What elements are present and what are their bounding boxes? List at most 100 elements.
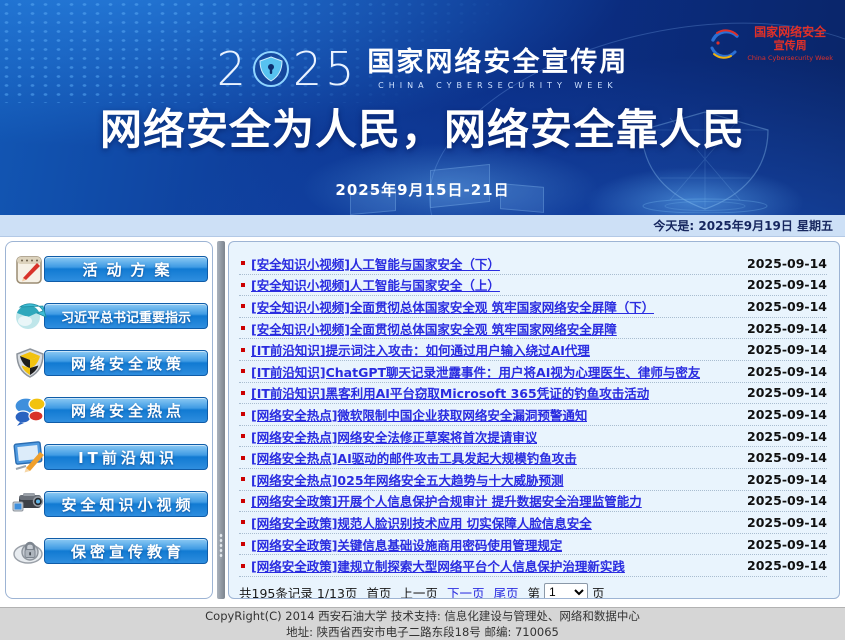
sidebar-item-label: 活动方案: [44, 256, 208, 282]
banner: 2 25 国家网络安全宣传周 CHINA CYBERSECURITY WEEK: [0, 0, 845, 215]
article-date: 2025-09-14: [737, 364, 827, 379]
article-list: [安全知识小视频]人工智能与国家安全（下）2025-09-14[安全知识小视频]…: [239, 253, 827, 577]
next-page-button[interactable]: 下一页: [447, 583, 485, 599]
article-link[interactable]: [IT前沿知识]提示词注入攻击：如何通过用户输入绕过AI代理: [251, 340, 590, 359]
bullet-icon: [241, 348, 245, 352]
article-link[interactable]: [网络安全热点]微软限制中国企业获取网络安全漏洞预警通知: [251, 405, 587, 424]
record-summary: 共195条记录 1/13页: [239, 583, 357, 599]
last-page-button[interactable]: 尾页: [493, 583, 518, 599]
logo-subtitle: CHINA CYBERSECURITY WEEK: [378, 81, 617, 90]
sidebar-item-label: IT前沿知识: [44, 444, 208, 470]
logo-shield-icon: [251, 49, 291, 89]
bullet-icon: [241, 304, 245, 308]
article-link[interactable]: [网络安全政策]建规立制探索大型网络平台个人信息保护治理新实践: [251, 556, 625, 575]
bullet-icon: [241, 369, 245, 373]
video-camera-icon: [10, 484, 50, 524]
sidebar-item-1[interactable]: 活动方案: [10, 249, 208, 289]
article-link[interactable]: [网络安全政策]关键信息基础设施商用密码使用管理规定: [251, 535, 562, 554]
article-link[interactable]: [安全知识小视频]全面贯彻总体国家安全观 筑牢国家网络安全屏障（下）: [251, 297, 654, 316]
article-link[interactable]: [IT前沿知识]ChatGPT聊天记录泄露事件：用户将AI视为心理医生、律师与密…: [251, 362, 700, 381]
article-link[interactable]: [网络安全热点]025年网络安全五大趋势与十大威胁预测: [251, 470, 564, 489]
logo-year-prefix: 2: [217, 46, 249, 92]
bullet-icon: [241, 261, 245, 265]
first-page-button[interactable]: 首页: [366, 583, 391, 599]
sidebar-item-2[interactable]: 习近平总书记重要指示: [10, 296, 208, 336]
logo-year: 2 25: [217, 46, 358, 92]
bullet-icon: [241, 477, 245, 481]
sidebar: 活动方案习近平总书记重要指示网络安全政策网络安全热点 IT前沿知识安全知识小视频保…: [5, 241, 213, 599]
article-link[interactable]: [安全知识小视频]人工智能与国家安全（上）: [251, 275, 500, 294]
bullet-icon: [241, 412, 245, 416]
pagination: 共195条记录 1/13页 首页 上一页 下一页 尾页 第 1 页: [239, 583, 827, 599]
monitor-pencil-icon: [10, 437, 50, 477]
article-date: 2025-09-14: [737, 558, 827, 573]
page-select[interactable]: 1: [544, 583, 588, 599]
footer-address: 地址: 陕西省西安市电子二路东段18号 邮编: 710065: [286, 624, 559, 640]
article-row: [网络安全热点]网络安全法修正草案将首次提请审议2025-09-14: [239, 426, 827, 448]
bullet-icon: [241, 456, 245, 460]
article-date: 2025-09-14: [737, 321, 827, 336]
badge-swirl-icon: [707, 26, 743, 62]
article-row: [IT前沿知识]黑客利用AI平台窃取Microsoft 365凭证的钓鱼攻击活动…: [239, 383, 827, 405]
article-row: [安全知识小视频]全面贯彻总体国家安全观 筑牢国家网络安全屏障（下） 2025-0…: [239, 296, 827, 318]
article-link[interactable]: [安全知识小视频]人工智能与国家安全（下）: [251, 254, 500, 273]
bullet-icon: [241, 542, 245, 546]
article-list-panel: [安全知识小视频]人工智能与国家安全（下）2025-09-14[安全知识小视频]…: [228, 241, 840, 599]
article-row: [网络安全热点]025年网络安全五大趋势与十大威胁预测 2025-09-14: [239, 469, 827, 491]
page-prefix-label: 第: [527, 583, 540, 599]
bullet-icon: [241, 434, 245, 438]
globe-arrow-icon: [10, 296, 50, 336]
footer: CopyRight(C) 2014 西安石油大学 技术支持: 信息化建设与管理处…: [0, 607, 845, 640]
lock-icon: [10, 531, 50, 571]
sidebar-item-3[interactable]: 网络安全政策: [10, 343, 208, 383]
sidebar-splitter[interactable]: [217, 241, 225, 599]
article-link[interactable]: [安全知识小视频]全面贯彻总体国家安全观 筑牢国家网络安全屏障: [251, 319, 617, 338]
today-text: 今天是: 2025年9月19日 星期五: [653, 217, 833, 234]
article-link[interactable]: [网络安全政策]规范人脸识别技术应用 切实保障人脸信息安全: [251, 513, 592, 532]
badge-title-line2: 宣传周: [774, 40, 807, 53]
sidebar-item-label: 安全知识小视频: [44, 491, 208, 517]
chat-bubbles-icon: [10, 390, 50, 430]
corner-badge: 国家网络安全 宣传周 China Cybersecurity Week: [707, 26, 833, 62]
bullet-icon: [241, 391, 245, 395]
notepad-icon: [10, 249, 50, 289]
sidebar-item-4[interactable]: 网络安全热点: [10, 390, 208, 430]
article-date: 2025-09-14: [737, 299, 827, 314]
article-date: 2025-09-14: [737, 407, 827, 422]
today-bar: 今天是: 2025年9月19日 星期五: [0, 215, 845, 237]
article-date: 2025-09-14: [737, 472, 827, 487]
article-row: [安全知识小视频]人工智能与国家安全（下） 2025-09-14: [239, 253, 827, 275]
bullet-icon: [241, 520, 245, 524]
article-row: [网络安全热点]微软限制中国企业获取网络安全漏洞预警通知 2025-09-14: [239, 404, 827, 426]
article-row: [安全知识小视频]全面贯彻总体国家安全观 筑牢国家网络安全屏障 2025-09-1…: [239, 318, 827, 340]
article-link[interactable]: [网络安全热点]AI驱动的邮件攻击工具发起大规模钓鱼攻击: [251, 448, 577, 467]
page: 2 25 国家网络安全宣传周 CHINA CYBERSECURITY WEEK: [0, 0, 845, 640]
article-link[interactable]: [网络安全政策]开展个人信息保护合规审计 提升数据安全治理监管能力: [251, 491, 642, 510]
sidebar-item-label: 网络安全政策: [44, 350, 208, 376]
sidebar-item-label: 习近平总书记重要指示: [44, 303, 208, 329]
badge-subtitle: China Cybersecurity Week: [747, 54, 833, 62]
article-link[interactable]: [IT前沿知识]黑客利用AI平台窃取Microsoft 365凭证的钓鱼攻击活动: [251, 383, 649, 402]
article-date: 2025-09-14: [737, 256, 827, 271]
article-link[interactable]: [网络安全热点]网络安全法修正草案将首次提请审议: [251, 427, 537, 446]
page-suffix-label: 页: [592, 583, 605, 599]
sidebar-item-7[interactable]: 保密宣传教育: [10, 531, 208, 571]
prev-page-button[interactable]: 上一页: [400, 583, 438, 599]
sidebar-item-6[interactable]: 安全知识小视频: [10, 484, 208, 524]
article-row: [网络安全政策]规范人脸识别技术应用 切实保障人脸信息安全2025-09-14: [239, 512, 827, 534]
bullet-icon: [241, 283, 245, 287]
body: 活动方案习近平总书记重要指示网络安全政策网络安全热点 IT前沿知识安全知识小视频保…: [0, 237, 845, 607]
bullet-icon: [241, 326, 245, 330]
article-row: [IT前沿知识]ChatGPT聊天记录泄露事件：用户将AI视为心理医生、律师与密…: [239, 361, 827, 383]
sidebar-item-5[interactable]: IT前沿知识: [10, 437, 208, 477]
footer-copyright: CopyRight(C) 2014 西安石油大学 技术支持: 信息化建设与管理处…: [205, 608, 640, 624]
banner-date-range: 2025年9月15日-21日: [0, 179, 845, 200]
article-row: [网络安全热点]AI驱动的邮件攻击工具发起大规模钓鱼攻击 2025-09-14: [239, 447, 827, 469]
article-date: 2025-09-14: [737, 385, 827, 400]
sidebar-item-label: 网络安全热点: [44, 397, 208, 423]
article-date: 2025-09-14: [737, 450, 827, 465]
logo-year-suffix: 25: [293, 46, 358, 92]
banner-slogan: 网络安全为人民，网络安全靠人民: [0, 96, 845, 157]
article-row: [安全知识小视频]人工智能与国家安全（上） 2025-09-14: [239, 275, 827, 297]
article-date: 2025-09-14: [737, 277, 827, 292]
